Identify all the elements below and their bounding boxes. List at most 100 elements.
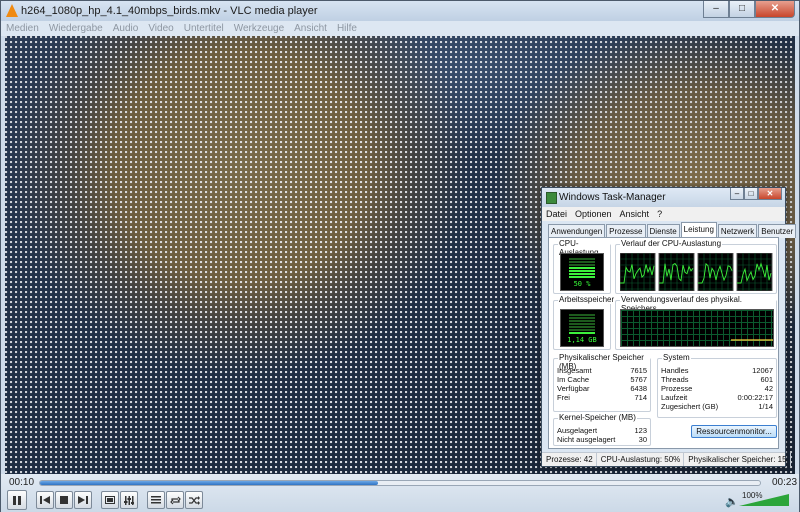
minimize-button[interactable]: – xyxy=(703,1,729,18)
loop-icon xyxy=(169,496,181,504)
tm-close-button[interactable]: ✕ xyxy=(758,188,782,200)
loop-button[interactable] xyxy=(166,491,184,509)
system-group: System Handles 12067 Threads 601 Prozesse 42 L… xyxy=(657,353,777,418)
physical-memory-group: Physikalischer Speicher (MB) Insgesamt 76… xyxy=(553,353,651,412)
stat-value: 5767 xyxy=(630,375,647,384)
tab-prozesse[interactable]: Prozesse xyxy=(606,224,646,238)
stat-value: 1/14 xyxy=(758,402,773,411)
stat-row: Laufzeit 0:00:22:17 xyxy=(661,393,773,402)
vlc-cone-icon xyxy=(6,4,18,17)
cpu-history-group: Verlauf der CPU-Auslastung xyxy=(615,239,777,294)
stat-value: 0:00:22:17 xyxy=(737,393,773,402)
stat-label: Im Cache xyxy=(557,375,590,384)
performance-panel: CPU-Auslastung 50 % Verlauf der CPU-Ausl… xyxy=(548,237,779,449)
shuffle-icon xyxy=(188,495,200,505)
tab-anwendungen[interactable]: Anwendungen xyxy=(548,224,606,238)
vlc-menubar: Medien Wiedergabe Audio Video Untertitel… xyxy=(1,21,799,36)
memory-meter: 1,14 GB xyxy=(560,309,604,347)
memory-history-group: Verwendungsverlauf des physikal. Speiche… xyxy=(615,295,777,350)
system-title: System xyxy=(662,353,691,362)
stat-label: Prozesse xyxy=(661,384,693,393)
fullscreen-icon xyxy=(105,496,115,504)
stop-icon xyxy=(60,496,68,504)
task-manager-icon xyxy=(546,192,557,204)
resource-monitor-button[interactable]: Ressourcenmonitor... xyxy=(691,425,777,438)
cpu-usage-meter: 50 % xyxy=(560,253,604,291)
menu-untertitel[interactable]: Untertitel xyxy=(179,23,229,34)
menu-medien[interactable]: Medien xyxy=(1,23,44,34)
stat-label: Frei xyxy=(557,393,570,402)
stat-label: Zugesichert (GB) xyxy=(661,402,719,411)
tab-leistung[interactable]: Leistung xyxy=(680,222,717,238)
stat-label: Nicht ausgelagert xyxy=(557,435,616,444)
stop-button[interactable] xyxy=(55,491,73,509)
stat-value: 123 xyxy=(634,426,647,435)
memory-history-graph xyxy=(620,309,774,347)
menu-ansicht[interactable]: Ansicht xyxy=(289,23,332,34)
extended-settings-button[interactable] xyxy=(120,491,138,509)
task-manager-titlebar[interactable]: Windows Task-Manager – □ ✕ xyxy=(542,188,785,207)
tm-menu-help[interactable]: ? xyxy=(653,209,666,219)
next-icon xyxy=(78,496,88,504)
tm-menu-datei[interactable]: Datei xyxy=(542,209,571,219)
status-cpu: CPU-Auslastung: 50% xyxy=(597,453,685,466)
stat-value: 601 xyxy=(760,375,773,384)
stat-value: 714 xyxy=(634,393,647,402)
vlc-titlebar[interactable]: h264_1080p_hp_4.1_40mbps_birds.mkv - VLC… xyxy=(1,1,799,21)
stat-label: Threads xyxy=(661,375,689,384)
tm-maximize-button[interactable]: □ xyxy=(744,188,758,200)
pause-button[interactable] xyxy=(7,490,27,510)
tm-minimize-button[interactable]: – xyxy=(730,188,744,200)
tab-benutzer[interactable]: Benutzer xyxy=(758,224,797,238)
speaker-icon[interactable]: 🔈 xyxy=(725,495,739,508)
tm-menubar: Datei Optionen Ansicht ? xyxy=(542,207,785,221)
stat-row: Prozesse 42 xyxy=(661,384,773,393)
previous-button[interactable] xyxy=(36,491,54,509)
tab-dienste[interactable]: Dienste xyxy=(646,224,680,238)
stat-row: Insgesamt 7615 xyxy=(557,366,647,375)
tab-netzwerk[interactable]: Netzwerk xyxy=(717,224,758,238)
kernel-memory-title: Kernel-Speicher (MB) xyxy=(558,413,637,422)
stat-row: Im Cache 5767 xyxy=(557,375,647,384)
menu-werkzeuge[interactable]: Werkzeuge xyxy=(229,23,289,34)
stat-row: Handles 12067 xyxy=(661,366,773,375)
previous-icon xyxy=(40,496,50,504)
menu-wiedergabe[interactable]: Wiedergabe xyxy=(44,23,108,34)
fullscreen-button[interactable] xyxy=(101,491,119,509)
memory-value: 1,14 GB xyxy=(567,336,597,344)
status-memory: Physikalischer Speicher: 15 xyxy=(684,453,791,466)
shuffle-button[interactable] xyxy=(185,491,203,509)
stat-label: Ausgelagert xyxy=(557,426,598,435)
tm-menu-optionen[interactable]: Optionen xyxy=(571,209,616,219)
extended-settings-icon xyxy=(124,495,134,505)
stat-value: 6438 xyxy=(630,384,647,393)
cpu-history-label: Verlauf der CPU-Auslastung xyxy=(620,239,723,248)
tm-statusbar: Prozesse: 42 CPU-Auslastung: 50% Physika… xyxy=(542,452,791,466)
tm-menu-ansicht[interactable]: Ansicht xyxy=(616,209,654,219)
memory-group: Arbeitsspeicher 1,14 GB xyxy=(553,295,616,350)
cpu-usage-group: CPU-Auslastung 50 % xyxy=(553,239,611,294)
maximize-button[interactable]: □ xyxy=(729,1,755,18)
close-button[interactable]: ✕ xyxy=(755,1,795,18)
stat-row: Frei 714 xyxy=(557,393,647,402)
stat-row: Verfügbar 6438 xyxy=(557,384,647,393)
menu-hilfe[interactable]: Hilfe xyxy=(332,23,362,34)
seek-bar[interactable] xyxy=(39,480,761,486)
next-button[interactable] xyxy=(74,491,92,509)
pause-icon xyxy=(13,495,21,505)
playlist-icon xyxy=(151,496,161,504)
stat-label: Verfügbar xyxy=(557,384,590,393)
stat-label: Handles xyxy=(661,366,689,375)
stat-value: 12067 xyxy=(752,366,773,375)
stat-value: 42 xyxy=(764,384,773,393)
stat-label: Laufzeit xyxy=(661,393,688,402)
volume-slider[interactable] xyxy=(739,494,789,506)
menu-audio[interactable]: Audio xyxy=(108,23,144,34)
stat-row: Ausgelagert 123 xyxy=(557,426,647,435)
stat-row: Nicht ausgelagert 30 xyxy=(557,435,647,444)
stat-label: Insgesamt xyxy=(557,366,592,375)
window-title: h264_1080p_hp_4.1_40mbps_birds.mkv - VLC… xyxy=(21,5,318,17)
playlist-button[interactable] xyxy=(147,491,165,509)
menu-video[interactable]: Video xyxy=(143,23,178,34)
tm-tabs: Anwendungen Prozesse Dienste Leistung Ne… xyxy=(548,222,797,238)
